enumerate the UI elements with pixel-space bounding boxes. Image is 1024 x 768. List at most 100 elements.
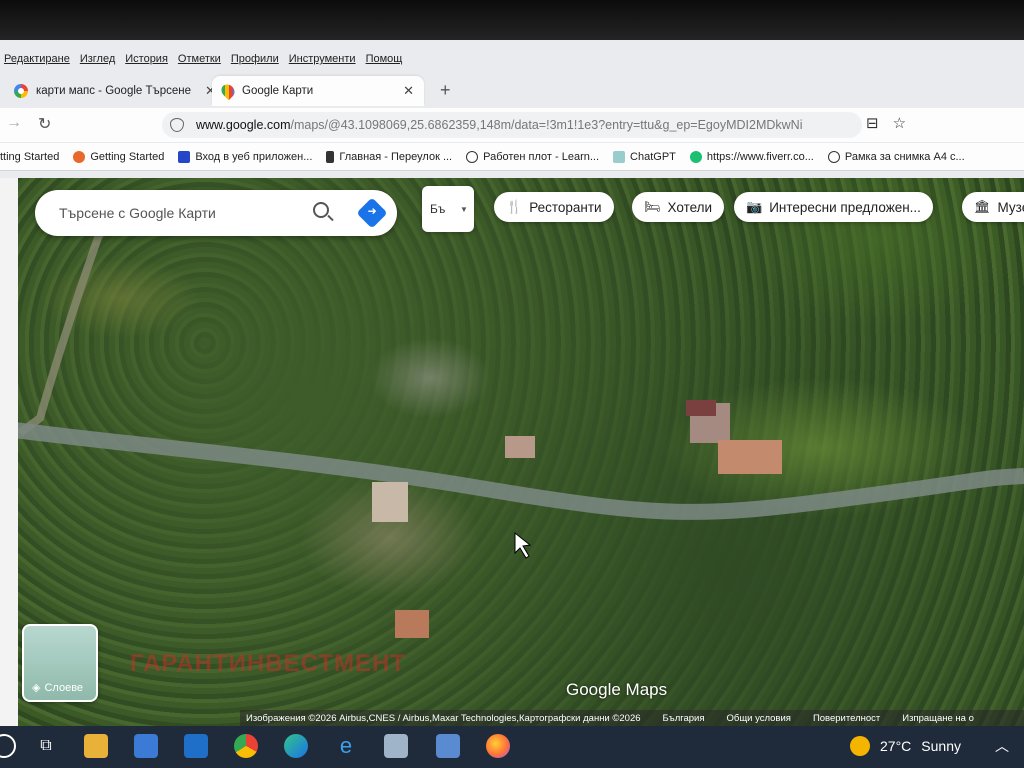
tab-google-search[interactable]: карти мапс - Google Търсене ✕ xyxy=(4,76,226,106)
screen: Редактиране Изглед История Отметки Профи… xyxy=(0,0,1024,768)
google-icon xyxy=(14,84,28,98)
bookmark-item[interactable]: Главная - Переулок ... xyxy=(326,150,452,163)
bookmark-item[interactable]: Вход в уеб приложен... xyxy=(178,150,312,163)
menu-edit[interactable]: Редактиране xyxy=(4,53,70,65)
bookmark-item[interactable]: tting Started xyxy=(0,151,59,163)
restaurant-icon: 🍴 xyxy=(506,199,523,214)
menu-help[interactable]: Помощ xyxy=(366,53,403,65)
hotel-icon: 🛏 xyxy=(644,199,661,214)
bookmark-item[interactable]: ChatGPT xyxy=(613,150,676,163)
layers-label-wrap: ◈ Слоеве xyxy=(32,681,83,695)
close-icon[interactable]: ✕ xyxy=(403,83,414,99)
satellite-map[interactable] xyxy=(0,178,1024,728)
tab-label: Google Карти xyxy=(242,85,314,97)
remote-desktop-icon[interactable] xyxy=(384,734,408,758)
chip-things-to-do[interactable]: 📷 Интересни предложен... xyxy=(734,192,933,222)
bookmark-star-icon[interactable]: ☆ xyxy=(893,114,906,132)
terms-link[interactable]: Общи условия xyxy=(727,713,791,724)
chip-label: Музе xyxy=(997,199,1024,215)
weather-condition[interactable]: Sunny xyxy=(921,738,961,754)
search-placeholder: Търсене с Google Карти xyxy=(59,205,216,221)
menu-tools[interactable]: Инструменти xyxy=(289,53,356,65)
chevron-down-icon: ▼ xyxy=(460,205,468,214)
language-selector[interactable]: Бъ ▼ xyxy=(422,186,474,232)
building xyxy=(505,436,535,458)
google-maps-logo: Google Maps xyxy=(566,680,668,699)
file-explorer-icon[interactable] xyxy=(84,734,108,758)
chip-museums[interactable]: 🏛 Музе xyxy=(962,192,1024,222)
menu-profiles[interactable]: Профили xyxy=(231,53,279,65)
bookmark-item[interactable]: Работен плот - Learn... xyxy=(466,150,599,163)
figure-icon xyxy=(326,150,335,163)
browser-chrome: Редактиране Изглед История Отметки Профи… xyxy=(0,40,1024,180)
internet-explorer-icon[interactable]: e xyxy=(334,734,358,758)
app-icon xyxy=(178,150,191,163)
tracking-shield-icon[interactable] xyxy=(170,118,184,132)
forward-icon[interactable]: → xyxy=(6,114,22,132)
building-roof xyxy=(686,400,716,416)
chip-label: Хотели xyxy=(667,199,713,215)
globe-icon xyxy=(466,150,479,163)
menu-bookmarks[interactable]: Отметки xyxy=(178,53,221,65)
outlook-icon[interactable] xyxy=(184,734,208,758)
dirt-road xyxy=(17,216,109,437)
windows-taskbar: ⧉ e 27°C Sunny ︿ xyxy=(0,726,1024,768)
directions-icon[interactable] xyxy=(356,197,388,229)
url-path: /maps/@43.1098069,25.6862359,148m/data=!… xyxy=(290,118,803,132)
bookmark-item[interactable]: Getting Started xyxy=(73,150,164,163)
menu-view[interactable]: Изглед xyxy=(80,53,115,65)
navigation-bar: → ↻ www.google.com/maps/@43.1098069,25.6… xyxy=(0,108,1024,142)
address-bar-actions: ⊟ ☆ xyxy=(866,114,906,132)
bookmarks-bar: tting Started Getting Started Вход в уеб… xyxy=(0,143,1024,171)
building xyxy=(395,610,429,638)
address-bar[interactable]: www.google.com/maps/@43.1098069,25.68623… xyxy=(162,112,862,138)
search-icon[interactable] xyxy=(313,202,329,218)
museum-icon: 🏛 xyxy=(974,199,991,214)
menu-history[interactable]: История xyxy=(125,53,168,65)
map-features xyxy=(0,216,1024,638)
attribution-text: Изображения ©2026 Airbus,CNES / Airbus,M… xyxy=(246,712,641,724)
chip-hotels[interactable]: 🛏 Хотели xyxy=(632,192,725,222)
tab-google-maps[interactable]: Google Карти ✕ xyxy=(212,76,424,106)
maps-icon xyxy=(218,81,238,101)
map-search-box[interactable]: Търсене с Google Карти xyxy=(35,190,397,236)
calculator-icon[interactable] xyxy=(436,734,460,758)
chip-restaurants[interactable]: 🍴 Ресторанти xyxy=(494,192,614,222)
language-label: Бъ xyxy=(430,202,446,216)
chevron-up-icon[interactable]: ︿ xyxy=(995,736,1009,756)
layers-icon: ◈ xyxy=(32,682,41,694)
new-tab-icon[interactable]: + xyxy=(440,80,451,101)
chrome-icon[interactable] xyxy=(234,734,258,758)
edge-icon[interactable] xyxy=(284,734,308,758)
chatgpt-icon xyxy=(613,150,626,163)
watermark-text: ГАРАНТИНВЕСТМЕНТ xyxy=(130,650,406,677)
weather-temp[interactable]: 27°C xyxy=(880,738,911,754)
side-panel-edge xyxy=(0,178,18,728)
menu-bar: Редактиране Изглед История Отметки Профи… xyxy=(0,48,402,70)
bookmark-item[interactable]: Рамка за снимка А4 с... xyxy=(827,150,965,163)
region-link[interactable]: България xyxy=(663,713,705,724)
system-tray: 27°C Sunny ︿ xyxy=(850,736,1009,756)
privacy-link[interactable]: Поверителност xyxy=(813,713,880,724)
firefox-icon xyxy=(73,150,86,163)
fiverr-icon xyxy=(689,150,702,163)
globe-icon xyxy=(827,150,840,163)
search-icon[interactable] xyxy=(0,734,16,758)
store-icon[interactable] xyxy=(134,734,158,758)
building xyxy=(372,482,408,522)
url-host: www.google.com xyxy=(196,118,291,132)
map-attribution-bar: Изображения ©2026 Airbus,CNES / Airbus,M… xyxy=(240,710,1024,726)
tab-label: карти мапс - Google Търсене xyxy=(36,85,191,97)
bookmark-item[interactable]: https://www.fiverr.co... xyxy=(689,150,814,163)
reader-view-icon[interactable]: ⊟ xyxy=(866,114,879,132)
building xyxy=(718,440,782,474)
monitor-bezel xyxy=(0,0,1024,44)
tab-strip: карти мапс - Google Търсене ✕ Google Кар… xyxy=(0,72,1024,106)
layers-button[interactable]: ◈ Слоеве xyxy=(22,624,98,702)
reload-icon[interactable]: ↻ xyxy=(38,114,51,134)
chip-label: Ресторанти xyxy=(529,199,602,215)
sun-icon xyxy=(850,736,870,756)
feedback-link[interactable]: Изпращане на о xyxy=(902,713,974,724)
firefox-icon[interactable] xyxy=(486,734,510,758)
task-view-icon[interactable]: ⧉ xyxy=(34,734,58,758)
